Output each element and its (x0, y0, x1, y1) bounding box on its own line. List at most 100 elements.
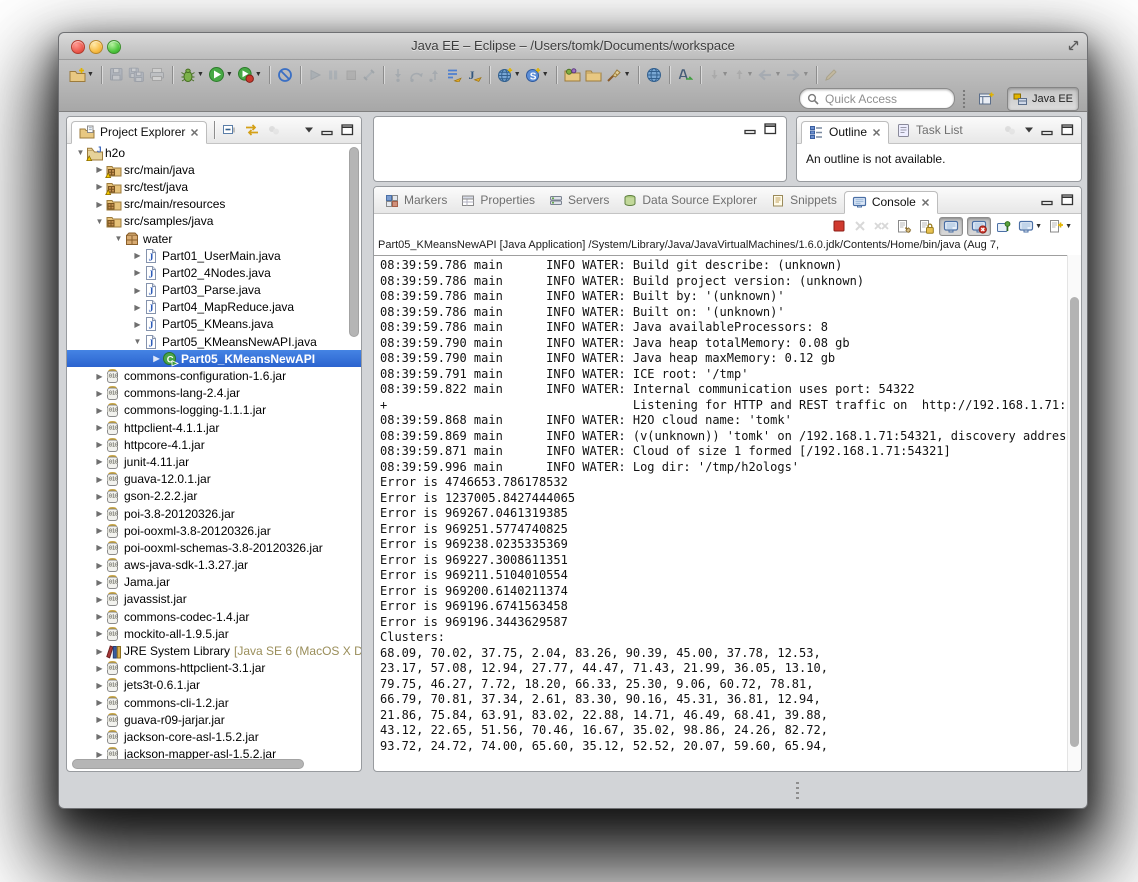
expanded-arrow-icon[interactable]: ▼ (75, 148, 86, 157)
grow-icon[interactable] (1067, 39, 1080, 52)
tree-item-water[interactable]: ▼ water (67, 230, 361, 247)
tree-item-part05-kmeansnewapi-java[interactable]: ▼ J Part05_KMeansNewAPI.java (67, 333, 361, 350)
web-browser-button[interactable] (644, 64, 664, 86)
console-log-area[interactable]: 08:39:59.786 main INFO WATER: Build git … (374, 255, 1067, 771)
collapsed-arrow-icon[interactable]: ▶ (94, 165, 105, 174)
run-button[interactable]: ▼ (206, 64, 235, 86)
close-icon[interactable] (921, 198, 930, 207)
collapsed-arrow-icon[interactable]: ▶ (94, 492, 105, 501)
minimize-icon[interactable] (1041, 195, 1054, 206)
expanded-arrow-icon[interactable]: ▼ (113, 234, 124, 243)
console-log[interactable]: 08:39:59.786 main INFO WATER: Build git … (374, 255, 1067, 757)
editor-area[interactable] (373, 116, 787, 182)
tree-item-part04-mapreduce-java[interactable]: ▶ J Part04_MapReduce.java (67, 299, 361, 316)
tab-outline[interactable]: Outline (801, 120, 890, 144)
tree-item-poi-ooxml-schemas-3-8-20120326-jar[interactable]: ▶ 010 poi-ooxml-schemas-3.8-20120326.jar (67, 539, 361, 556)
new-wizard-button[interactable]: ▼ (67, 64, 96, 86)
run-history-button[interactable]: ▼ (235, 64, 264, 86)
collapsed-arrow-icon[interactable]: ▶ (94, 681, 105, 690)
console-scrollbar-thumb[interactable] (1070, 297, 1079, 747)
scroll-lock-button[interactable] (917, 218, 935, 235)
display-console-button[interactable]: ▼ (1017, 218, 1043, 235)
tree-item-src-main-java[interactable]: ▶ src/main/java (67, 161, 361, 178)
tree-item-javassist-jar[interactable]: ▶ 010 javassist.jar (67, 591, 361, 608)
tree-item-jackson-mapper-asl-1-5-2-jar[interactable]: ▶ 010 jackson-mapper-asl-1.5.2.jar (67, 746, 361, 760)
console-scrollbar-track[interactable] (1067, 255, 1081, 771)
maximize-icon[interactable] (1061, 194, 1074, 206)
collapsed-arrow-icon[interactable]: ▶ (94, 182, 105, 191)
collapsed-arrow-icon[interactable]: ▶ (94, 389, 105, 398)
show-skipped-button[interactable] (444, 64, 464, 86)
open-type-button[interactable] (562, 64, 583, 86)
open-console-button[interactable]: ▼ (1047, 218, 1073, 235)
minimize-icon[interactable] (744, 124, 757, 135)
collapsed-arrow-icon[interactable]: ▶ (94, 750, 105, 759)
tab-properties[interactable]: Properties (454, 187, 542, 213)
view-menu-icon[interactable] (304, 126, 314, 134)
tree-horizontal-scrollbar[interactable] (72, 759, 304, 769)
tab-console[interactable]: Console (843, 190, 938, 214)
collapsed-arrow-icon[interactable]: ▶ (132, 286, 143, 295)
tree-item-src-test-java[interactable]: ▶ src/test/java (67, 178, 361, 195)
titlebar[interactable]: Java EE – Eclipse – /Users/tomk/Document… (59, 33, 1087, 60)
collapsed-arrow-icon[interactable]: ▶ (94, 664, 105, 673)
tab-project-explorer[interactable]: Project Explorer (71, 120, 208, 144)
collapsed-arrow-icon[interactable]: ▶ (132, 303, 143, 312)
quick-access-box[interactable] (799, 88, 983, 109)
collapsed-arrow-icon[interactable]: ▶ (94, 595, 105, 604)
maximize-icon[interactable] (1061, 124, 1074, 136)
tree-item-mockito-all-1-9-5-jar[interactable]: ▶ 010 mockito-all-1.9.5.jar (67, 625, 361, 642)
tree-item-src-main-resources[interactable]: ▶ src/main/resources (67, 196, 361, 213)
collapsed-arrow-icon[interactable]: ▶ (94, 629, 105, 638)
collapsed-arrow-icon[interactable]: ▶ (94, 732, 105, 741)
maximize-icon[interactable] (341, 124, 354, 136)
collapsed-arrow-icon[interactable]: ▶ (94, 372, 105, 381)
tree-item-commons-codec-1-4-jar[interactable]: ▶ 010 commons-codec-1.4.jar (67, 608, 361, 625)
step-filters-button[interactable]: J (464, 64, 484, 86)
quick-access-input[interactable] (823, 90, 983, 107)
clear-console-button[interactable] (895, 218, 913, 235)
tree-item-jre-system-library[interactable]: ▶ JRE System Library [Java SE 6 (MacOS X D… (67, 642, 361, 659)
tree-item-commons-lang-2-4-jar[interactable]: ▶ 010 commons-lang-2.4.jar (67, 385, 361, 402)
collapsed-arrow-icon[interactable]: ▶ (94, 612, 105, 621)
collapsed-arrow-icon[interactable]: ▶ (94, 406, 105, 415)
link-with-editor-icon[interactable] (244, 123, 260, 137)
tree-item-httpclient-4-1-1-jar[interactable]: ▶ 010 httpclient-4.1.1.jar (67, 419, 361, 436)
collapsed-arrow-icon[interactable]: ▶ (94, 440, 105, 449)
close-window-button[interactable] (71, 40, 85, 54)
tree-item-guava-12-0-1-jar[interactable]: ▶ 010 guava-12.0.1.jar (67, 471, 361, 488)
collapsed-arrow-icon[interactable]: ▶ (94, 526, 105, 535)
new-web-service-client-button[interactable]: S ▼ (523, 64, 551, 86)
zoom-window-button[interactable] (107, 40, 121, 54)
tree-item-commons-configuration-1-6-jar[interactable]: ▶ 010 commons-configuration-1.6.jar (67, 367, 361, 384)
new-web-service-button[interactable]: ▼ (495, 64, 523, 86)
paintbrush-button[interactable]: ▼ (604, 64, 633, 86)
open-perspective-button[interactable] (973, 88, 1000, 110)
perspective-java-ee-button[interactable]: Java EE (1007, 86, 1079, 111)
tree-item-guava-r09-jarjar-jar[interactable]: ▶ 010 guava-r09-jarjar.jar (67, 711, 361, 728)
collapsed-arrow-icon[interactable]: ▶ (94, 509, 105, 518)
tree-item-junit-4-11-jar[interactable]: ▶ 010 junit-4.11.jar (67, 453, 361, 470)
collapsed-arrow-icon[interactable]: ▶ (94, 715, 105, 724)
collapsed-arrow-icon[interactable]: ▶ (94, 698, 105, 707)
validate-button[interactable] (675, 64, 695, 86)
tab-task-list[interactable]: Task List (889, 117, 970, 143)
tree-item-aws-java-sdk-1-3-27-jar[interactable]: ▶ 010 aws-java-sdk-1.3.27.jar (67, 557, 361, 574)
collapsed-arrow-icon[interactable]: ▶ (94, 543, 105, 552)
minimize-icon[interactable] (321, 125, 334, 136)
expanded-arrow-icon[interactable]: ▼ (94, 217, 105, 226)
tree-item-jama-jar[interactable]: ▶ 010 Jama.jar (67, 574, 361, 591)
tree-item-httpcore-4-1-jar[interactable]: ▶ 010 httpcore-4.1.jar (67, 436, 361, 453)
show-stderr-button[interactable] (967, 216, 992, 236)
close-icon[interactable] (872, 128, 881, 137)
close-icon[interactable] (190, 128, 199, 137)
open-resource-button[interactable] (583, 64, 604, 86)
tree-item-jets3t-0-6-1-jar[interactable]: ▶ 010 jets3t-0.6.1.jar (67, 677, 361, 694)
pin-console-button[interactable] (995, 218, 1013, 235)
tree-item-commons-httpclient-3-1-jar[interactable]: ▶ 010 commons-httpclient-3.1.jar (67, 660, 361, 677)
tree-item-part05-kmeans-java[interactable]: ▶ J Part05_KMeans.java (67, 316, 361, 333)
tab-snippets[interactable]: Snippets (764, 187, 844, 213)
tree-item-commons-cli-1-2-jar[interactable]: ▶ 010 commons-cli-1.2.jar (67, 694, 361, 711)
tree-item-h2o[interactable]: ▼ Jh2o (67, 144, 361, 161)
tab-markers[interactable]: Markers (378, 187, 454, 213)
